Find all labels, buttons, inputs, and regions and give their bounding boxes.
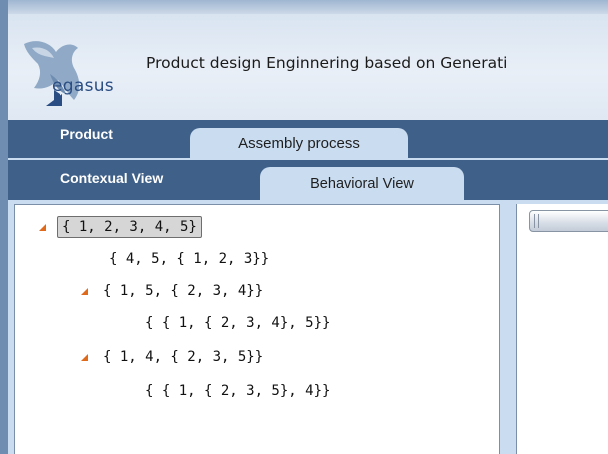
tree-node[interactable]: { 1, 5, { 2, 3, 4}} [81, 279, 267, 303]
tree-node-label[interactable]: { 4, 5, { 1, 2, 3}} [105, 249, 273, 269]
tree-node[interactable]: { { 1, { 2, 3, 5}, 4}} [141, 379, 334, 403]
pegasus-logo [16, 34, 128, 114]
expand-arrow-icon[interactable] [39, 223, 46, 231]
tree-node-label[interactable]: { { 1, { 2, 3, 4}, 5}} [141, 313, 334, 333]
view-tab-bar: Contexual View Behavioral View [8, 158, 608, 200]
logo-text: egasus [52, 76, 114, 96]
tree-node-label[interactable]: { { 1, { 2, 3, 5}, 4}} [141, 381, 334, 401]
panel-splitter[interactable] [500, 200, 516, 454]
tree-node-label[interactable]: { 1, 5, { 2, 3, 4}} [99, 281, 267, 301]
tree-node-label[interactable]: { 1, 4, { 2, 3, 5}} [99, 347, 267, 367]
tree-node[interactable]: { 4, 5, { 1, 2, 3}} [105, 247, 273, 271]
tab-product[interactable]: Product [60, 126, 113, 142]
horizontal-scrollbar-thumb[interactable] [529, 210, 608, 232]
tab-assembly-process[interactable]: Assembly process [190, 128, 408, 158]
window-left-border [0, 0, 8, 454]
app-header: egasus Product design Enginnering based … [8, 14, 608, 120]
scroll-grip-icon [534, 214, 539, 228]
tab-contexual-view[interactable]: Contexual View [60, 170, 163, 186]
expand-arrow-icon[interactable] [81, 353, 88, 361]
tab-behavioral-view[interactable]: Behavioral View [260, 167, 464, 200]
tree-node[interactable]: { { 1, { 2, 3, 4}, 5}} [141, 311, 334, 335]
pegasus-horse-icon [24, 41, 80, 106]
expand-arrow-icon[interactable] [81, 287, 88, 295]
tree-node[interactable]: { 1, 4, { 2, 3, 5}} [81, 345, 267, 369]
detail-panel [516, 204, 608, 454]
app-title: Product design Enginnering based on Gene… [146, 54, 508, 72]
main-tab-bar: Product Assembly process [8, 120, 608, 158]
window-top-border [0, 0, 608, 14]
tree-node-label[interactable]: { 1, 2, 3, 4, 5} [57, 216, 202, 238]
assembly-tree: { 1, 2, 3, 4, 5} { 4, 5, { 1, 2, 3}} { 1… [14, 204, 500, 454]
tree-node[interactable]: { 1, 2, 3, 4, 5} [39, 215, 202, 239]
